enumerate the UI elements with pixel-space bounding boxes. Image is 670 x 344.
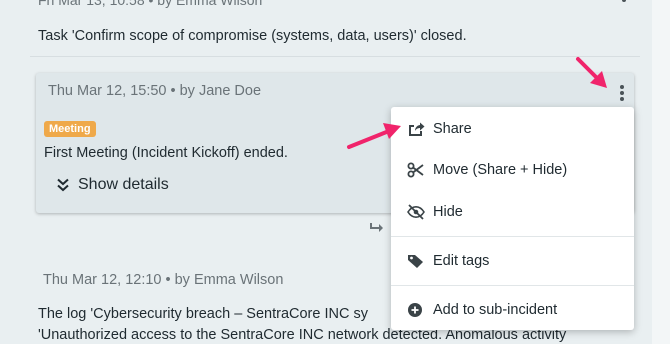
show-details-button[interactable]: Show details bbox=[56, 176, 169, 194]
menu-item-label: Move (Share + Hide) bbox=[433, 162, 568, 178]
annotation-arrow-icon bbox=[576, 57, 607, 88]
menu-item-label: Hide bbox=[433, 204, 463, 220]
kebab-menu-icon[interactable] bbox=[618, 0, 630, 8]
menu-item-hide[interactable]: Hide bbox=[391, 195, 634, 229]
eye-slash-icon bbox=[407, 204, 425, 220]
entry-text: The log 'Cybersecurity breach – SentraCo… bbox=[38, 306, 368, 322]
menu-item-label: Share bbox=[433, 121, 472, 137]
menu-item-share[interactable]: Share bbox=[391, 112, 634, 146]
divider bbox=[30, 56, 640, 57]
meeting-badge: Meeting bbox=[44, 121, 96, 137]
entry-meta: Thu Mar 12, 15:50 • by Jane Doe bbox=[48, 83, 262, 99]
timeline-feed: Fri Mar 13, 10:58 • by Emma Wilson Task … bbox=[0, 0, 670, 344]
entry-text: Task 'Confirm scope of compromise (syste… bbox=[38, 28, 467, 44]
menu-item-add-to-sub-incident[interactable]: Add to sub-incident bbox=[391, 293, 634, 327]
share-icon bbox=[409, 122, 425, 136]
menu-item-edit-tags[interactable]: Edit tags bbox=[391, 244, 634, 278]
show-details-label: Show details bbox=[78, 176, 169, 193]
menu-item-label: Add to sub-incident bbox=[433, 302, 558, 318]
menu-item-move[interactable]: Move (Share + Hide) bbox=[391, 153, 634, 187]
entry-context-menu: Share Move (Share + Hide) Hide Edit tags… bbox=[391, 107, 634, 330]
entry-meta: Thu Mar 12, 12:10 • by Emma Wilson bbox=[43, 272, 284, 288]
menu-item-label: Edit tags bbox=[433, 253, 490, 269]
plus-circle-icon bbox=[408, 303, 422, 317]
menu-separator bbox=[391, 236, 634, 237]
double-chevron-down-icon bbox=[57, 178, 69, 192]
tag-icon bbox=[408, 255, 423, 268]
scissors-icon bbox=[407, 162, 424, 178]
scrollbar-track[interactable] bbox=[652, 0, 670, 344]
annotation-arrow-icon bbox=[347, 123, 401, 149]
kebab-menu-icon[interactable] bbox=[616, 83, 628, 101]
reply-icon[interactable] bbox=[370, 221, 384, 233]
menu-separator bbox=[391, 285, 634, 286]
entry-meta: Fri Mar 13, 10:58 • by Emma Wilson bbox=[38, 0, 263, 8]
entry-text: First Meeting (Incident Kickoff) ended. bbox=[44, 145, 288, 161]
